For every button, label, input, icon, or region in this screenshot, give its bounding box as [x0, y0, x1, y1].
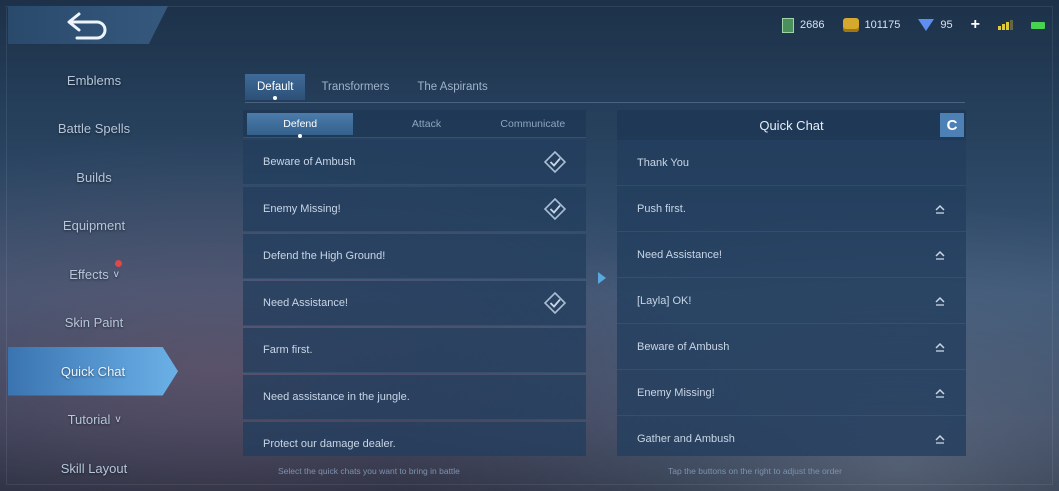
refresh-icon: C	[946, 116, 958, 134]
battery-icon	[1031, 21, 1045, 29]
sidebar-item-label: Quick Chat	[60, 363, 126, 379]
chat-set-tabs: Default Transformers The Aspirants	[245, 74, 500, 102]
list-item-label: Need assistance in the jungle.	[263, 391, 410, 403]
list-item-label: Need Assistance!	[263, 297, 348, 309]
quick-chat-item[interactable]: Beware of Ambush	[617, 324, 966, 370]
sidebar-item-label: Skin Paint	[64, 315, 124, 331]
notification-dot	[115, 260, 122, 267]
sidebar-item-battle-spells[interactable]: Battle Spells	[8, 105, 180, 154]
chevron-down-icon: v	[115, 414, 121, 426]
sidebar-item-label: Builds	[76, 169, 112, 185]
right-hint-text: Tap the buttons on the right to adjust t…	[668, 466, 842, 476]
back-arrow-icon	[67, 12, 107, 40]
category-tabs: Defend Attack Communicate	[243, 110, 586, 138]
sidebar-item-tutorial[interactable]: Tutorial v	[8, 396, 180, 445]
refresh-button[interactable]: C	[940, 113, 964, 137]
sidebar-item-label: Tutorial	[67, 412, 111, 428]
diamonds-counter[interactable]: 95	[918, 19, 953, 31]
quick-chat-item-label: Need Assistance!	[637, 248, 722, 261]
quick-chat-item[interactable]: [Layla] OK!	[617, 278, 966, 324]
selected-check-icon[interactable]	[544, 151, 566, 173]
sidebar-item-label: Skill Layout	[60, 460, 128, 476]
list-item[interactable]: Farm first.	[243, 328, 586, 373]
list-item[interactable]: Protect our damage dealer.	[243, 422, 586, 456]
tab-defend[interactable]: Defend	[247, 112, 354, 138]
sidebar-item-skin-paint[interactable]: Skin Paint	[8, 299, 180, 348]
quick-chat-item-label: [Layla] OK!	[637, 294, 692, 307]
tab-communicate[interactable]: Communicate	[480, 110, 586, 137]
selected-check-icon[interactable]	[544, 292, 566, 314]
quick-chat-item-label: Gather and Ambush	[637, 432, 735, 445]
sidebar-item-equipment[interactable]: Equipment	[8, 202, 180, 251]
diamond-icon	[918, 19, 935, 31]
list-item[interactable]: Defend the High Ground!	[243, 234, 586, 279]
sidebar-item-effects[interactable]: Effects v	[8, 250, 180, 299]
move-up-icon[interactable]	[934, 342, 946, 352]
tab-default[interactable]: Default	[245, 74, 306, 100]
sidebar-item-quick-chat[interactable]: Quick Chat	[8, 347, 178, 396]
diamonds-value: 95	[940, 19, 953, 31]
list-item-label: Enemy Missing!	[263, 203, 341, 215]
list-item-label: Protect our damage dealer.	[263, 438, 396, 450]
move-up-icon[interactable]	[934, 434, 946, 444]
sidebar-item-label: Equipment	[62, 218, 126, 234]
back-button[interactable]	[8, 6, 168, 44]
battle-points-counter[interactable]: 101175	[842, 18, 901, 32]
message-list: Beware of Ambush Enemy Missing! Defend the…	[243, 140, 586, 456]
tabs-divider	[245, 102, 965, 103]
selected-check-icon[interactable]	[544, 198, 566, 220]
list-item-label: Beware of Ambush	[263, 156, 356, 168]
resource-bar: 2686 101175 95 +	[782, 12, 1045, 38]
sidebar-item-label: Effects	[69, 266, 109, 282]
tickets-value: 2686	[800, 19, 825, 31]
tab-attack[interactable]: Attack	[373, 110, 479, 137]
quick-chat-panel: Quick Chat C Thank You Push first. Need As…	[617, 110, 966, 456]
quick-chat-item-label: Push first.	[637, 202, 686, 215]
sidebar-item-emblems[interactable]: Emblems	[8, 56, 180, 105]
battle-points-icon	[842, 18, 859, 32]
quick-chat-item-label: Beware of Ambush	[637, 340, 730, 353]
quick-chat-item[interactable]: Need Assistance!	[617, 232, 966, 278]
quick-chat-header: Quick Chat C	[617, 110, 966, 140]
move-up-icon[interactable]	[934, 388, 946, 398]
left-hint-text: Select the quick chats you want to bring…	[278, 466, 460, 476]
quick-chat-item[interactable]: Enemy Missing!	[617, 370, 966, 416]
list-item[interactable]: Need assistance in the jungle.	[243, 375, 586, 420]
sidebar-item-skill-layout[interactable]: Skill Layout	[8, 444, 180, 491]
topup-plus-button[interactable]: +	[971, 16, 980, 34]
ticket-icon	[782, 17, 795, 33]
move-up-icon[interactable]	[934, 250, 946, 260]
move-up-icon[interactable]	[934, 204, 946, 214]
move-up-icon[interactable]	[934, 296, 946, 306]
quick-chat-item[interactable]: Push first.	[617, 186, 966, 232]
tab-the-aspirants[interactable]: The Aspirants	[405, 74, 499, 100]
tab-transformers[interactable]: Transformers	[309, 74, 401, 100]
list-item[interactable]: Enemy Missing!	[243, 187, 586, 232]
list-item-label: Farm first.	[263, 344, 313, 356]
transfer-arrow-icon	[598, 272, 606, 284]
chevron-down-icon: v	[113, 268, 119, 280]
list-item-label: Defend the High Ground!	[263, 250, 386, 262]
quick-chat-title: Quick Chat	[759, 117, 824, 133]
sidebar-item-builds[interactable]: Builds	[8, 153, 180, 202]
sidebar-item-label: Battle Spells	[57, 121, 131, 137]
quick-chat-item-label: Enemy Missing!	[637, 386, 715, 399]
sidebar-item-label: Emblems	[66, 72, 122, 88]
list-item[interactable]: Beware of Ambush	[243, 140, 586, 185]
battle-points-value: 101175	[864, 19, 901, 31]
list-item[interactable]: Need Assistance!	[243, 281, 586, 326]
sidebar: Emblems Battle Spells Builds Equipment E…	[8, 56, 180, 491]
signal-icon	[998, 20, 1013, 30]
tickets-counter[interactable]: 2686	[782, 17, 825, 33]
quick-chat-item[interactable]: Thank You	[617, 140, 966, 186]
message-library-panel: Defend Attack Communicate Beware of Ambu…	[243, 110, 586, 456]
quick-chat-list: Thank You Push first. Need Assistance! [Lay…	[617, 140, 966, 456]
quick-chat-item-label: Thank You	[637, 156, 689, 169]
quick-chat-item[interactable]: Gather and Ambush	[617, 416, 966, 456]
